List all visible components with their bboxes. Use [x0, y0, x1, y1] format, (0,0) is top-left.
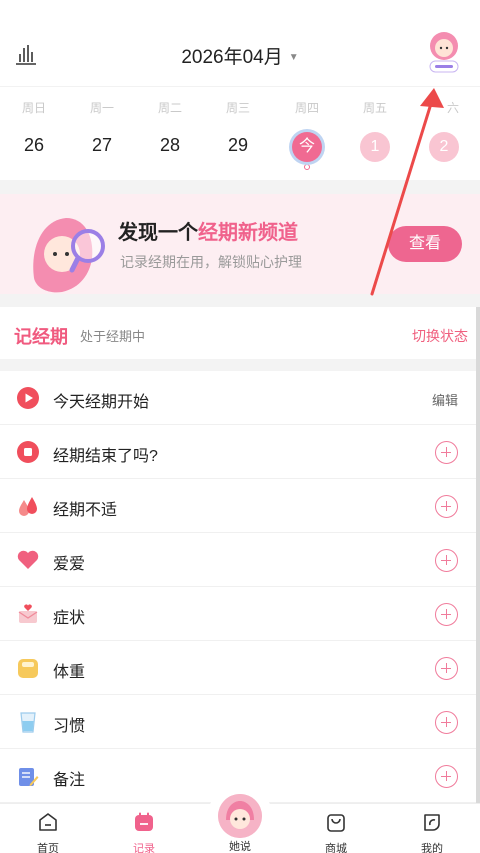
month-title[interactable]: 2026年04月: [181, 47, 282, 68]
row-label: 症状: [53, 610, 86, 627]
date-number[interactable]: 29: [204, 130, 272, 160]
row-label: 体重: [53, 664, 86, 681]
day-sat[interactable]: 六 2: [410, 87, 478, 162]
day-mon[interactable]: 周一 27: [68, 87, 136, 160]
row-label: 经期结束了吗?: [53, 448, 158, 465]
view-button[interactable]: 查看: [388, 226, 462, 262]
tab-records[interactable]: 记录: [96, 804, 192, 853]
row-label: 经期不适: [53, 502, 118, 519]
mascot-magnifier-icon: [33, 218, 105, 293]
shopping-bag-icon: [327, 814, 345, 832]
day-fri[interactable]: 周五 1: [341, 87, 409, 162]
weekday-label: 周三: [225, 101, 250, 115]
calendar-icon: [135, 812, 153, 831]
row-label: 爱爱: [53, 556, 86, 573]
month-selector[interactable]: 2026年04月 ▼: [0, 42, 480, 69]
add-icon[interactable]: [435, 441, 458, 464]
date-predicted[interactable]: 2: [410, 130, 478, 162]
list-item-discomfort[interactable]: 经期不适: [0, 479, 476, 533]
list-item-weight[interactable]: 体重: [0, 641, 476, 695]
water-glass-icon: [20, 712, 36, 733]
list-item-symptoms[interactable]: 症状: [0, 587, 476, 641]
heart-icon: [17, 550, 39, 569]
day-thu-today[interactable]: 周四 今: [273, 87, 341, 170]
predicted-bubble[interactable]: 1: [360, 132, 390, 162]
tab-label: 商城: [325, 843, 347, 853]
tab-label: 首页: [37, 843, 59, 853]
banner-title-prefix: 发现一个: [118, 222, 198, 244]
list-item-period-start[interactable]: 今天经期开始 编辑: [0, 371, 476, 425]
profile-avatar-icon[interactable]: [426, 30, 462, 74]
weekday-label: 周二: [157, 101, 182, 115]
day-wed[interactable]: 周三 29: [204, 87, 272, 160]
character-avatar-icon[interactable]: [218, 794, 262, 838]
period-section-header: 记经期 处于经期中 切换状态: [0, 307, 476, 359]
add-icon[interactable]: [435, 657, 458, 680]
scrollbar[interactable]: [476, 307, 480, 803]
predicted-bubble[interactable]: 2: [429, 132, 459, 162]
edit-button[interactable]: 编辑: [432, 390, 458, 409]
day-tue[interactable]: 周二 28: [136, 87, 204, 160]
add-icon[interactable]: [435, 603, 458, 626]
scale-icon: [18, 659, 38, 678]
drops-icon: [19, 497, 37, 516]
day-sun[interactable]: 周日 26: [0, 87, 68, 160]
today-bubble[interactable]: 今: [292, 132, 322, 162]
home-icon: [39, 813, 57, 831]
banner-title: 发现一个经期新频道: [118, 216, 298, 245]
list-item-period-end[interactable]: 经期结束了吗?: [0, 425, 476, 479]
today-indicator-icon: [304, 164, 310, 170]
add-icon[interactable]: [435, 765, 458, 788]
week-strip: 周日 26 周一 27 周二 28 周三 29 周四 今 周五 1 六 2: [0, 86, 480, 180]
stop-icon: [17, 441, 39, 463]
banner-title-highlight: 经期新频道: [198, 222, 298, 244]
date-today[interactable]: 今: [273, 130, 341, 162]
weekday-label: 六: [446, 101, 459, 115]
weekday-label: 周日: [21, 101, 46, 115]
row-label: 备注: [53, 772, 86, 789]
add-icon[interactable]: [435, 549, 458, 572]
switch-status-button[interactable]: 切换状态: [412, 326, 468, 346]
note-pencil-icon: [19, 768, 39, 786]
add-icon[interactable]: [435, 711, 458, 734]
list-item-love[interactable]: 爱爱: [0, 533, 476, 587]
tab-she-says-label[interactable]: 她说: [192, 838, 288, 853]
tab-label: 我的: [421, 843, 443, 853]
tab-shop[interactable]: 商城: [288, 804, 384, 853]
top-header: 2026年04月 ▼: [0, 0, 480, 86]
record-list: 今天经期开始 编辑 经期结束了吗? 经期不适 爱爱 症状 体重 习惯 备注: [0, 371, 476, 803]
envelope-heart-icon: [18, 604, 38, 623]
tab-label: 记录: [133, 843, 155, 853]
tab-home[interactable]: 首页: [0, 804, 96, 853]
tab-mine[interactable]: 我的: [384, 804, 480, 853]
row-label: 今天经期开始: [53, 394, 150, 411]
add-icon[interactable]: [435, 495, 458, 518]
chevron-down-icon[interactable]: ▼: [289, 52, 299, 63]
weekday-label: 周四: [294, 101, 319, 115]
date-number[interactable]: 28: [136, 130, 204, 160]
list-item-habits[interactable]: 习惯: [0, 695, 476, 749]
section-title: 记经期: [14, 327, 68, 347]
profile-leaf-icon: [424, 814, 440, 831]
banner-subtitle: 记录经期在用，解锁贴心护理: [120, 254, 302, 270]
date-number[interactable]: 27: [68, 130, 136, 160]
row-label: 习惯: [53, 718, 86, 735]
section-status: 处于经期中: [80, 329, 146, 344]
play-icon: [17, 387, 39, 409]
date-predicted[interactable]: 1: [341, 130, 409, 162]
weekday-label: 周五: [362, 101, 387, 115]
weekday-label: 周一: [89, 101, 114, 115]
date-number[interactable]: 26: [0, 130, 68, 160]
